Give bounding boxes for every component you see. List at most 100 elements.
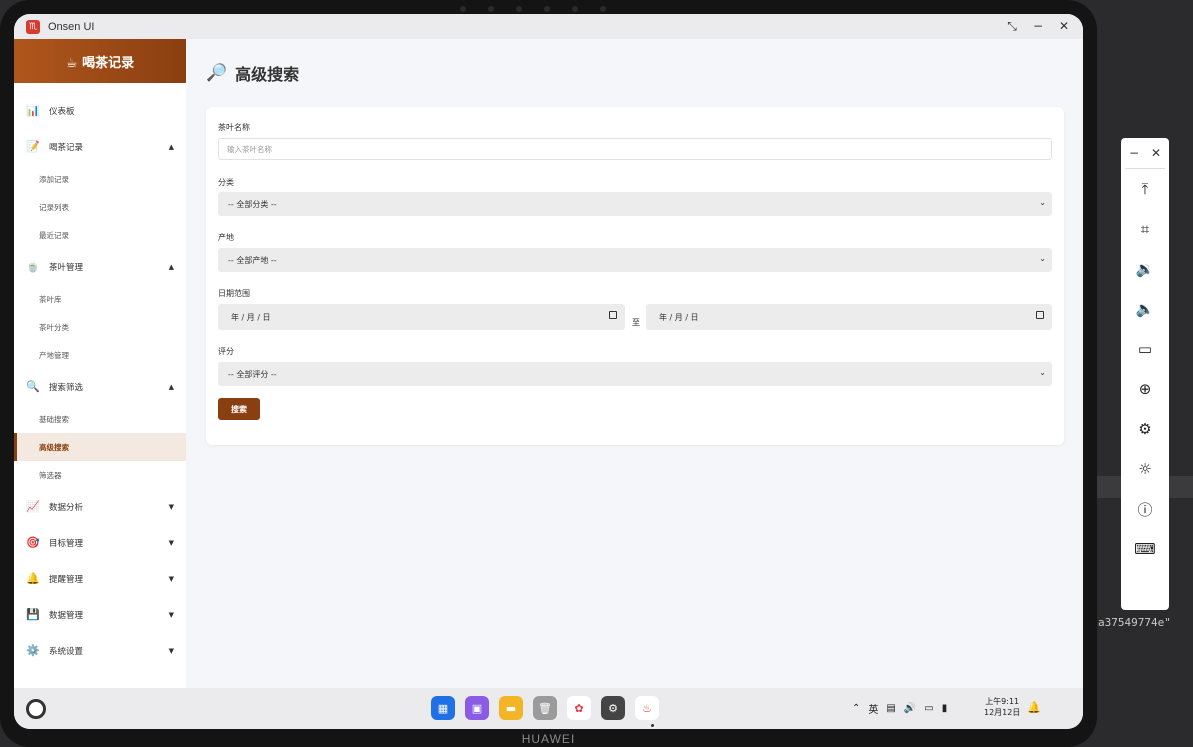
sidebar-item-label: 数据管理 bbox=[49, 611, 84, 621]
caret-down-icon[interactable]: ▼ bbox=[169, 539, 174, 547]
battery-outline-icon[interactable]: ▭ bbox=[1121, 329, 1169, 369]
sidebar: ☕ 喝茶记录 📊 仪表板 📝 喝茶记录 ▲ 添加记录 记录列表 最近记录 🍵 茶叶管理 ▲ 茶叶库 茶叶… bbox=[14, 39, 186, 688]
display-icon[interactable]: ▭ bbox=[924, 703, 933, 714]
clock[interactable]: 上午9:11 12月12日 bbox=[984, 696, 1020, 718]
date-from-input[interactable]: 年 / 月 / 日 bbox=[218, 304, 625, 330]
sidebar-subitem[interactable]: 添加记录 bbox=[14, 165, 186, 193]
background-text: a37549774e" bbox=[1098, 616, 1171, 629]
app-logo-icon: ♏ bbox=[26, 19, 40, 34]
close-icon[interactable]: ✕ bbox=[1059, 19, 1069, 34]
sidebar-item-label: 系统设置 bbox=[49, 647, 84, 657]
multiwindow-icon[interactable]: ▣ bbox=[465, 696, 489, 720]
category-select[interactable]: -- 全部分类 -- ⌄ bbox=[218, 192, 1052, 216]
sidebar-item-6[interactable]: 🔔 提醒管理 ▼ bbox=[14, 561, 186, 597]
calendar-icon[interactable] bbox=[1036, 311, 1044, 319]
sidebar-subitem[interactable]: 茶叶库 bbox=[14, 285, 186, 313]
start-button[interactable] bbox=[26, 699, 46, 719]
date-to-input[interactable]: 年 / 月 / 日 bbox=[646, 304, 1052, 330]
chevron-up-icon[interactable]: ⌃ bbox=[852, 703, 860, 714]
ime-icon[interactable]: 英 bbox=[868, 701, 878, 716]
window-titlebar: ♏ Onsen UI ⤡ − ✕ bbox=[14, 14, 1083, 39]
search-form-card: 茶叶名称 输入茶叶名称 分类 -- 全部分类 -- ⌄ 产地 -- 全部产地 -… bbox=[206, 107, 1064, 445]
clock-time: 上午9:11 bbox=[985, 697, 1020, 706]
sidebar-subitem[interactable]: 高级搜索 bbox=[14, 433, 186, 461]
origin-select-value: -- 全部产地 -- bbox=[228, 255, 277, 265]
app-grid-icon[interactable]: ▦ bbox=[431, 696, 455, 720]
caret-down-icon[interactable]: ▼ bbox=[169, 611, 174, 619]
floating-toolbar: − ✕ ⤒ ⌗ 🔉 🔈 ▭ ⊕ ⚙ ☼ ⓘ ⌨ bbox=[1121, 138, 1169, 610]
sidebar-item-icon: 📊 bbox=[26, 104, 40, 117]
sidebar-item-icon: 🔔 bbox=[26, 572, 40, 585]
volume-down-icon[interactable]: 🔈 bbox=[1121, 289, 1169, 329]
sidebar-item-icon: ⚙️ bbox=[26, 644, 40, 657]
caret-up-icon[interactable]: ▲ bbox=[169, 383, 174, 391]
sidebar-subitem[interactable]: 筛选器 bbox=[14, 461, 186, 489]
minimize-icon[interactable]: − bbox=[1033, 19, 1043, 34]
restore-icon[interactable]: ⤡ bbox=[1007, 19, 1017, 34]
origin-select[interactable]: -- 全部产地 -- ⌄ bbox=[218, 248, 1052, 272]
caret-up-icon[interactable]: ▲ bbox=[169, 143, 174, 151]
sidebar-item-icon: 🎯 bbox=[26, 536, 40, 549]
tea-name-label: 茶叶名称 bbox=[218, 123, 250, 132]
globe-icon[interactable]: ⊕ bbox=[1121, 369, 1169, 409]
files-icon[interactable]: ▬ bbox=[499, 696, 523, 720]
clipboard-icon[interactable]: ▤ bbox=[886, 703, 895, 714]
system-tray: ⌃ 英 ▤ 🔊 ▭ ▮ bbox=[852, 701, 947, 716]
sidebar-item-icon: 📝 bbox=[26, 140, 40, 153]
date-range-separator: 至 bbox=[632, 318, 640, 327]
date-from-value: 年 / 月 / 日 bbox=[231, 312, 271, 322]
sidebar-item-4[interactable]: 📈 数据分析 ▼ bbox=[14, 489, 186, 525]
origin-label: 产地 bbox=[218, 233, 234, 242]
sidebar-subitem[interactable]: 产地管理 bbox=[14, 341, 186, 369]
window-title: Onsen UI bbox=[48, 20, 95, 33]
bug-icon[interactable]: ☼ bbox=[1121, 449, 1169, 489]
pin-to-top-icon[interactable]: ⤒ bbox=[1121, 169, 1169, 209]
sidebar-item-icon: 📈 bbox=[26, 500, 40, 513]
sidebar-item-2[interactable]: 🍵 茶叶管理 ▲ bbox=[14, 249, 186, 285]
caret-down-icon[interactable]: ▼ bbox=[169, 575, 174, 583]
sidebar-item-label: 提醒管理 bbox=[49, 575, 84, 585]
close-icon[interactable]: ✕ bbox=[1151, 146, 1161, 160]
search-button[interactable]: 搜索 bbox=[218, 398, 260, 420]
sidebar-item-0[interactable]: 📊 仪表板 bbox=[14, 93, 186, 129]
sidebar-item-8[interactable]: ⚙️ 系统设置 ▼ bbox=[14, 633, 186, 669]
sidebar-subitem[interactable]: 茶叶分类 bbox=[14, 313, 186, 341]
sidebar-item-7[interactable]: 💾 数据管理 ▼ bbox=[14, 597, 186, 633]
chevron-down-icon: ⌄ bbox=[1039, 254, 1046, 263]
notification-bell-icon[interactable]: 🔔 bbox=[1027, 701, 1041, 714]
calendar-icon[interactable] bbox=[609, 311, 617, 319]
sidebar-subitem[interactable]: 最近记录 bbox=[14, 221, 186, 249]
category-label: 分类 bbox=[218, 178, 234, 187]
running-indicator bbox=[651, 724, 654, 727]
caret-down-icon[interactable]: ▼ bbox=[169, 647, 174, 655]
rating-select[interactable]: -- 全部评分 -- ⌄ bbox=[218, 362, 1052, 386]
chevron-down-icon: ⌄ bbox=[1039, 368, 1046, 377]
trash-icon[interactable]: 🗑 bbox=[533, 696, 557, 720]
settings-app-icon[interactable]: ⚙ bbox=[601, 696, 625, 720]
sidebar-item-5[interactable]: 🎯 目标管理 ▼ bbox=[14, 525, 186, 561]
minimize-icon[interactable]: − bbox=[1129, 146, 1139, 160]
chevron-down-icon: ⌄ bbox=[1039, 198, 1046, 207]
page-title-text: 高级搜索 bbox=[235, 65, 300, 84]
gear-icon[interactable]: ⚙ bbox=[1121, 409, 1169, 449]
volume-icon[interactable]: 🔊 bbox=[904, 703, 916, 714]
battery-icon[interactable]: ▮ bbox=[942, 703, 948, 714]
rating-select-value: -- 全部评分 -- bbox=[228, 369, 277, 379]
device-brand: HUAWEI bbox=[521, 732, 576, 746]
info-icon[interactable]: ⓘ bbox=[1121, 489, 1169, 529]
sidebar-item-3[interactable]: 🔍 搜索筛选 ▲ bbox=[14, 369, 186, 405]
sidebar-subitem[interactable]: 基础搜索 bbox=[14, 405, 186, 433]
main-content: 🔎 高级搜索 茶叶名称 输入茶叶名称 分类 -- 全部分类 -- ⌄ 产地 --… bbox=[186, 39, 1083, 688]
sidebar-subitem[interactable]: 记录列表 bbox=[14, 193, 186, 221]
caret-down-icon[interactable]: ▼ bbox=[169, 503, 174, 511]
keyboard-icon[interactable]: ⌨ bbox=[1121, 529, 1169, 569]
sidebar-item-1[interactable]: 📝 喝茶记录 ▲ bbox=[14, 129, 186, 165]
gallery-icon[interactable]: ✿ bbox=[567, 696, 591, 720]
volume-up-icon[interactable]: 🔉 bbox=[1121, 249, 1169, 289]
sidebar-item-icon: 🍵 bbox=[26, 260, 40, 273]
tea-name-input[interactable]: 输入茶叶名称 bbox=[218, 138, 1052, 160]
onsen-app-icon[interactable]: ♨ bbox=[635, 696, 659, 720]
sidebar-item-label: 目标管理 bbox=[49, 539, 84, 549]
crop-icon[interactable]: ⌗ bbox=[1121, 209, 1169, 249]
caret-up-icon[interactable]: ▲ bbox=[169, 263, 174, 271]
